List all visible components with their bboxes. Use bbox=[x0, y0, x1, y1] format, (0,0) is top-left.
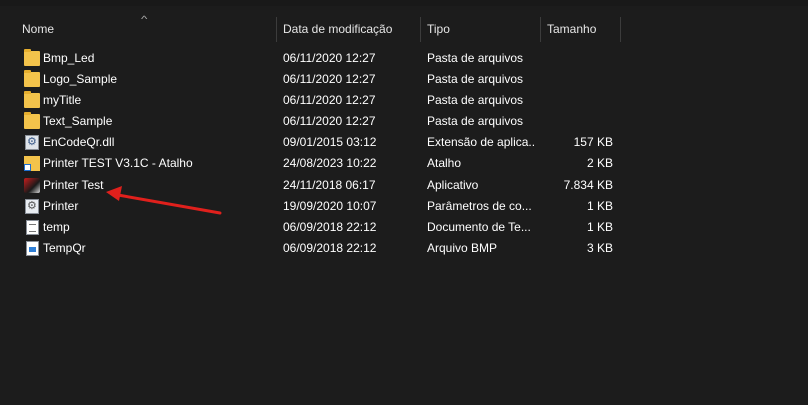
file-row[interactable]: Printer 19/09/2020 10:07 Parâmetros de c… bbox=[0, 196, 808, 217]
column-header-type[interactable]: Tipo bbox=[427, 17, 537, 42]
file-name: Logo_Sample bbox=[43, 72, 118, 87]
column-divider[interactable] bbox=[620, 17, 621, 42]
file-row[interactable]: Printer TEST V3.1C - Atalho 24/08/2023 1… bbox=[0, 153, 808, 174]
file-name: Printer TEST V3.1C - Atalho bbox=[43, 156, 193, 171]
file-type: Parâmetros de co... bbox=[427, 198, 532, 213]
column-header-name[interactable]: Nome bbox=[22, 17, 272, 42]
dll-icon bbox=[25, 135, 39, 151]
file-list: Bmp_Led 06/11/2020 12:27 Pasta de arquiv… bbox=[0, 48, 808, 259]
file-type: Extensão de aplica... bbox=[427, 135, 535, 150]
file-size: 157 KB bbox=[573, 135, 613, 150]
file-name: EnCodeQr.dll bbox=[43, 135, 115, 150]
file-name: myTitle bbox=[43, 93, 82, 108]
file-row[interactable]: Text_Sample 06/11/2020 12:27 Pasta de ar… bbox=[0, 111, 808, 132]
file-row[interactable]: Printer Test 24/11/2018 06:17 Aplicativo… bbox=[0, 175, 808, 196]
file-name: temp bbox=[43, 219, 70, 234]
config-file-icon bbox=[25, 198, 39, 214]
folder-icon bbox=[24, 112, 40, 130]
file-name: Bmp_Led bbox=[43, 51, 95, 65]
file-date: 06/11/2020 12:27 bbox=[283, 51, 376, 65]
file-type: Pasta de arquivos bbox=[427, 114, 524, 129]
file-date: 09/01/2015 03:12 bbox=[283, 135, 377, 150]
file-date: 24/08/2023 10:22 bbox=[283, 156, 377, 171]
file-type: Aplicativo bbox=[427, 177, 479, 192]
column-divider[interactable] bbox=[540, 17, 541, 42]
column-divider[interactable] bbox=[420, 17, 421, 42]
file-date: 06/11/2020 12:27 bbox=[283, 93, 376, 108]
folder-icon bbox=[24, 91, 40, 109]
file-row[interactable]: Logo_Sample 06/11/2020 12:27 Pasta de ar… bbox=[0, 69, 808, 90]
file-type: Documento de Te... bbox=[427, 219, 531, 234]
file-type: Pasta de arquivos bbox=[427, 51, 524, 65]
file-row[interactable]: temp 06/09/2018 22:12 Documento de Te...… bbox=[0, 217, 808, 238]
shortcut-icon bbox=[24, 156, 40, 172]
file-name: TempQr bbox=[43, 240, 86, 255]
text-file-icon bbox=[26, 219, 39, 235]
folder-icon bbox=[24, 49, 40, 66]
folder-icon bbox=[24, 70, 40, 88]
file-type: Atalho bbox=[427, 156, 462, 171]
file-date: 06/09/2018 22:12 bbox=[283, 219, 377, 234]
file-size bbox=[540, 111, 613, 132]
file-name: Text_Sample bbox=[43, 114, 113, 129]
column-header-size[interactable]: Tamanho bbox=[547, 17, 617, 42]
bitmap-file-icon bbox=[26, 240, 39, 256]
file-size bbox=[540, 90, 613, 111]
file-row[interactable]: EnCodeQr.dll 09/01/2015 03:12 Extensão d… bbox=[0, 132, 808, 153]
file-size bbox=[540, 48, 613, 69]
file-type: Pasta de arquivos bbox=[427, 93, 524, 108]
file-date: 24/11/2018 06:17 bbox=[283, 177, 376, 192]
file-size bbox=[540, 69, 613, 90]
file-size: 1 KB bbox=[586, 198, 613, 213]
file-date: 06/09/2018 22:12 bbox=[283, 240, 377, 255]
window-top-edge bbox=[0, 0, 808, 6]
file-row[interactable]: Bmp_Led 06/11/2020 12:27 Pasta de arquiv… bbox=[0, 48, 808, 69]
file-date: 06/11/2020 12:27 bbox=[283, 72, 376, 87]
file-row[interactable]: myTitle 06/11/2020 12:27 Pasta de arquiv… bbox=[0, 90, 808, 111]
file-size: 1 KB bbox=[586, 219, 613, 234]
file-date: 19/09/2020 10:07 bbox=[283, 198, 377, 213]
file-name: Printer Test bbox=[43, 177, 104, 192]
file-size: 3 KB bbox=[586, 240, 613, 255]
file-size: 2 KB bbox=[586, 156, 613, 171]
column-header-date[interactable]: Data de modificação bbox=[283, 17, 417, 42]
file-date: 06/11/2020 12:27 bbox=[283, 114, 376, 129]
file-name: Printer bbox=[43, 198, 79, 213]
file-type: Pasta de arquivos bbox=[427, 72, 524, 87]
application-icon bbox=[24, 177, 40, 193]
column-header-bar: ^ Nome Data de modificação Tipo Tamanho bbox=[0, 14, 808, 42]
file-size: 7.834 KB bbox=[563, 177, 613, 192]
file-row[interactable]: TempQr 06/09/2018 22:12 Arquivo BMP 3 KB bbox=[0, 238, 808, 259]
column-divider[interactable] bbox=[276, 17, 277, 42]
file-type: Arquivo BMP bbox=[427, 240, 498, 255]
